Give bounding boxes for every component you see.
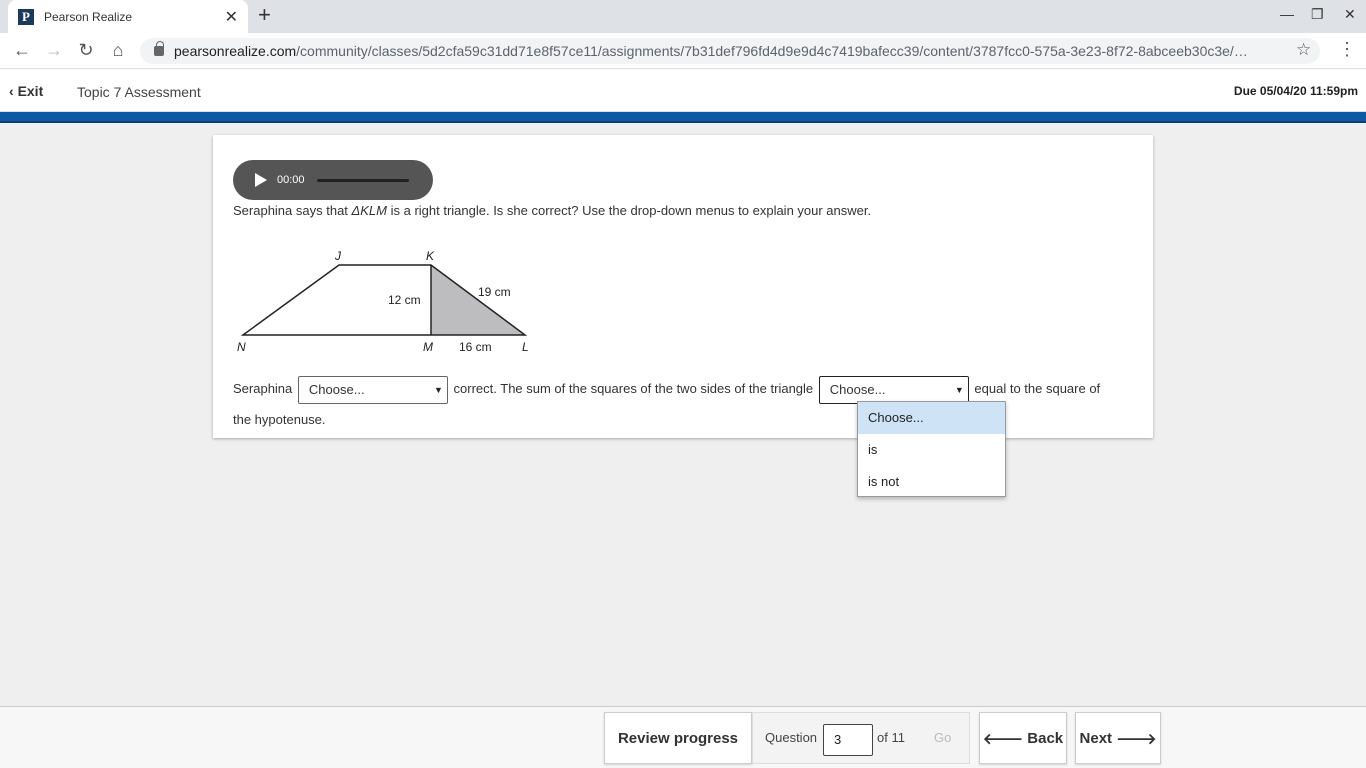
chevron-left-icon: ‹: [9, 83, 14, 99]
review-progress-button[interactable]: Review progress: [604, 712, 752, 764]
browser-menu-icon[interactable]: ⋮: [1338, 39, 1356, 60]
restore-icon[interactable]: ❐: [1311, 6, 1324, 23]
assignment-title: Topic 7 Assessment: [77, 84, 201, 100]
dropdown-option-choose[interactable]: Choose...: [858, 402, 1005, 434]
question-number-input[interactable]: 3: [823, 724, 873, 756]
due-date: Due 05/04/20 11:59pm: [1233, 84, 1358, 98]
correctness-select[interactable]: Choose... ▼: [297, 375, 448, 404]
prompt-text-end: is a right triangle. Is she correct? Use…: [386, 203, 872, 218]
browser-tab[interactable]: P Pearson Realize ✕: [8, 0, 248, 33]
label-j: J: [334, 249, 342, 263]
arrow-right-icon: 🡒: [1116, 730, 1157, 748]
question-label: Question: [765, 730, 818, 745]
label-km-length: 12 cm: [388, 293, 421, 307]
select-1-value: Choose...: [308, 381, 365, 397]
home-icon[interactable]: ⌂: [102, 40, 134, 61]
tab-title: Pearson Realize: [44, 9, 133, 24]
browser-tab-bar: P Pearson Realize ✕ + — ❐ ✕: [0, 0, 1366, 33]
select-caret-icon: ▼: [433, 384, 443, 395]
back-button[interactable]: 🡐 Back: [979, 712, 1067, 764]
arrow-left-icon: 🡐: [982, 730, 1024, 748]
audio-player: 00:00: [233, 160, 433, 200]
label-k: K: [426, 249, 435, 263]
browser-toolbar: ← → ↻ ⌂ pearsonrealize.com/community/cla…: [0, 33, 1366, 69]
dropdown-option-is[interactable]: is: [858, 434, 1005, 466]
question-navigator: Question 3 of 11 Go: [752, 712, 970, 764]
label-n: N: [237, 340, 246, 354]
equality-dropdown-list: Choose... is is not: [857, 401, 1006, 497]
url-bar[interactable]: pearsonrealize.com/community/classes/5d2…: [140, 38, 1320, 64]
equality-select[interactable]: Choose... ▼: [818, 375, 969, 404]
close-tab-icon[interactable]: ✕: [225, 7, 238, 27]
question-card: 00:00 Seraphina says that ΔKLM is a righ…: [213, 135, 1153, 438]
prompt-triangle-name: ΔKLM: [351, 203, 387, 218]
exit-label: Exit: [17, 83, 44, 99]
new-tab-icon[interactable]: +: [258, 2, 271, 28]
reload-icon[interactable]: ↻: [70, 40, 102, 61]
next-label: Next: [1079, 729, 1113, 747]
url-domain: pearsonrealize.com: [174, 43, 297, 59]
trapezoid-figure: J K N M L 12 cm 19 cm 16 cm: [237, 249, 529, 354]
minimize-icon[interactable]: —: [1280, 6, 1294, 22]
next-button[interactable]: Next 🡒: [1075, 712, 1161, 764]
label-l: L: [522, 340, 529, 354]
go-button[interactable]: Go: [934, 730, 951, 745]
label-m: M: [423, 340, 433, 354]
pearson-favicon-icon: P: [18, 8, 34, 25]
back-arrow-icon[interactable]: ←: [6, 40, 38, 61]
forward-arrow-icon[interactable]: →: [38, 40, 70, 61]
audio-time: 00:00: [277, 174, 305, 186]
assessment-footer: Review progress Question 3 of 11 Go 🡐 Ba…: [0, 706, 1366, 768]
question-prompt: Seraphina says that ΔKLM is a right tria…: [233, 203, 871, 218]
bookmark-star-icon[interactable]: ☆: [1296, 40, 1311, 60]
prompt-text-start: Seraphina says that: [233, 203, 352, 218]
dropdown-option-is-not[interactable]: is not: [858, 466, 1005, 498]
back-label: Back: [1027, 729, 1064, 747]
main-content: 00:00 Seraphina says that ΔKLM is a righ…: [0, 123, 1366, 706]
close-window-icon[interactable]: ✕: [1344, 6, 1356, 23]
exit-button[interactable]: ‹ Exit: [9, 83, 43, 99]
select-2-value: Choose...: [829, 381, 886, 397]
play-icon[interactable]: [255, 173, 267, 187]
lock-icon: [154, 41, 164, 56]
header-accent-bar: [0, 112, 1366, 123]
answer-text-1: Seraphina: [233, 381, 293, 396]
question-total: of 11: [877, 730, 905, 745]
url-path: /community/classes/5d2cfa59c31dd71e8f57c…: [296, 43, 1248, 59]
label-kl-length: 19 cm: [478, 285, 511, 299]
select-caret-icon: ▼: [954, 384, 964, 395]
label-ml-length: 16 cm: [459, 340, 492, 354]
audio-progress-track[interactable]: [316, 178, 409, 182]
app-header: ‹ Exit Topic 7 Assessment Due 05/04/20 1…: [0, 69, 1366, 112]
answer-text-2: correct. The sum of the squares of the t…: [453, 381, 814, 396]
